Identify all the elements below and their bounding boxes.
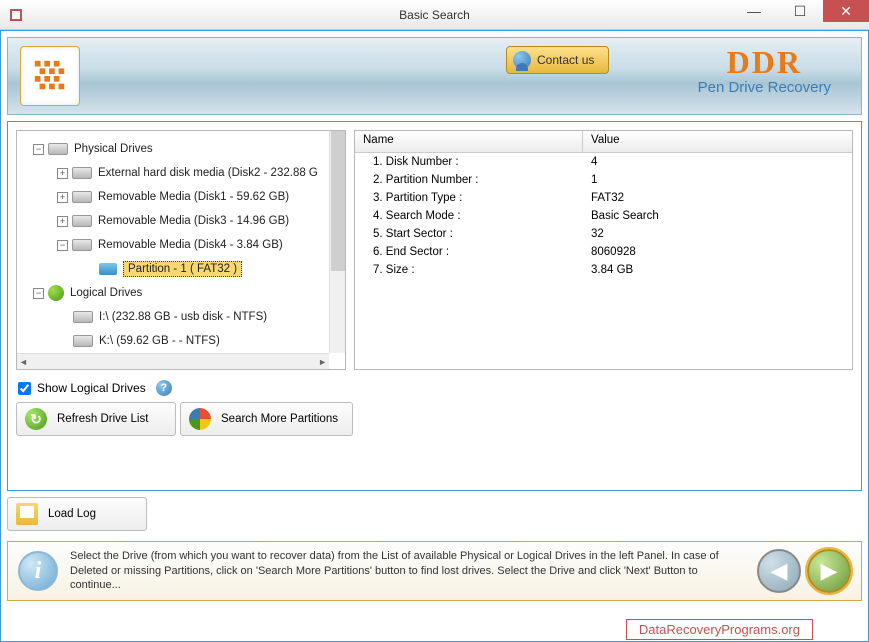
drive-icon bbox=[72, 167, 92, 179]
brand: DDR Pen Drive Recovery bbox=[698, 44, 831, 96]
expander-icon[interactable]: + bbox=[57, 168, 68, 179]
drive-icon bbox=[73, 335, 93, 347]
tree-row[interactable]: + Removable Media (Disk1 - 59.62 GB) bbox=[21, 185, 341, 209]
col-name-header[interactable]: Name bbox=[355, 131, 583, 152]
tree-row[interactable]: + External hard disk media (Disk2 - 232.8… bbox=[21, 161, 341, 185]
help-icon[interactable]: ? bbox=[156, 380, 172, 396]
tree-row[interactable]: − Physical Drives bbox=[21, 137, 341, 161]
tree-label: I:\ (232.88 GB - usb disk - NTFS) bbox=[99, 311, 267, 323]
property-row: 1. Disk Number :4 bbox=[355, 153, 852, 171]
tree-label: Removable Media (Disk1 - 59.62 GB) bbox=[98, 191, 289, 203]
document-icon bbox=[16, 503, 38, 525]
drive-icon bbox=[72, 239, 92, 251]
tree-row[interactable]: Partition - 1 ( FAT32 ) bbox=[21, 257, 341, 281]
property-row: 4. Search Mode :Basic Search bbox=[355, 207, 852, 225]
prop-name: 1. Disk Number : bbox=[355, 156, 583, 168]
prev-button[interactable]: ◀ bbox=[757, 549, 801, 593]
contact-us-button[interactable]: Contact us bbox=[506, 46, 609, 74]
refresh-drive-list-button[interactable]: Refresh Drive List bbox=[16, 402, 176, 436]
prop-name: 5. Start Sector : bbox=[355, 228, 583, 240]
search-more-partitions-button[interactable]: Search More Partitions bbox=[180, 402, 353, 436]
property-row: 7. Size :3.84 GB bbox=[355, 261, 852, 279]
prop-name: 2. Partition Number : bbox=[355, 174, 583, 186]
close-button[interactable]: ✕ bbox=[823, 0, 869, 22]
refresh-icon bbox=[25, 408, 47, 430]
show-logical-input[interactable] bbox=[18, 382, 31, 395]
expander-icon[interactable]: − bbox=[57, 240, 68, 251]
property-row: 6. End Sector :8060928 bbox=[355, 243, 852, 261]
hint-bar: i Select the Drive (from which you want … bbox=[7, 541, 862, 601]
tree-label: External hard disk media (Disk2 - 232.88… bbox=[98, 167, 318, 179]
tree-row[interactable]: + Removable Media (Disk3 - 14.96 GB) bbox=[21, 209, 341, 233]
drive-icon bbox=[48, 143, 68, 155]
tree-row[interactable]: K:\ (59.62 GB - - NTFS) bbox=[21, 329, 341, 353]
next-button[interactable]: ▶ bbox=[807, 549, 851, 593]
drive-icon bbox=[72, 191, 92, 203]
prop-value: 1 bbox=[583, 174, 852, 186]
tree-row[interactable]: I:\ (232.88 GB - usb disk - NTFS) bbox=[21, 305, 341, 329]
footer-link[interactable]: DataRecoveryPrograms.org bbox=[626, 619, 813, 640]
arrow-right-icon: ▶ bbox=[821, 558, 838, 584]
prop-value: Basic Search bbox=[583, 210, 852, 222]
property-panel: Name Value 1. Disk Number :42. Partition… bbox=[354, 130, 853, 370]
expander-icon[interactable]: − bbox=[33, 144, 44, 155]
tree-hscrollbar[interactable]: ◄► bbox=[17, 353, 329, 369]
brand-subtitle: Pen Drive Recovery bbox=[698, 79, 831, 96]
drive-icon bbox=[73, 311, 93, 323]
arrow-left-icon: ◀ bbox=[771, 558, 788, 584]
app-icon bbox=[8, 7, 24, 23]
titlebar: Basic Search — ☐ ✕ bbox=[0, 0, 869, 30]
show-logical-label: Show Logical Drives bbox=[37, 381, 146, 395]
window-title: Basic Search bbox=[399, 8, 470, 22]
expander-icon[interactable]: − bbox=[33, 288, 44, 299]
property-row: 5. Start Sector :32 bbox=[355, 225, 852, 243]
tree-label: Physical Drives bbox=[74, 143, 153, 155]
main-frame: − Physical Drives + External hard disk medi… bbox=[7, 121, 862, 491]
logical-drives-icon bbox=[48, 285, 64, 301]
contact-label: Contact us bbox=[537, 53, 594, 67]
prop-name: 4. Search Mode : bbox=[355, 210, 583, 222]
minimize-button[interactable]: — bbox=[731, 0, 777, 22]
search-more-label: Search More Partitions bbox=[221, 413, 338, 425]
prop-value: 8060928 bbox=[583, 246, 852, 258]
info-icon: i bbox=[18, 551, 58, 591]
drive-icon bbox=[72, 215, 92, 227]
tree-vscrollbar[interactable] bbox=[329, 131, 345, 353]
app-logo bbox=[20, 46, 80, 106]
prop-value: 3.84 GB bbox=[583, 264, 852, 276]
prop-name: 3. Partition Type : bbox=[355, 192, 583, 204]
expander-icon[interactable]: + bbox=[57, 192, 68, 203]
col-value-header[interactable]: Value bbox=[583, 131, 852, 152]
tree-row[interactable]: − Removable Media (Disk4 - 3.84 GB) bbox=[21, 233, 341, 257]
tree-label: Removable Media (Disk3 - 14.96 GB) bbox=[98, 215, 289, 227]
property-row: 3. Partition Type :FAT32 bbox=[355, 189, 852, 207]
tree-label: Logical Drives bbox=[70, 287, 142, 299]
brand-ddr: DDR bbox=[698, 44, 831, 81]
hint-text: Select the Drive (from which you want to… bbox=[70, 549, 745, 594]
expander-icon[interactable]: + bbox=[57, 216, 68, 227]
property-header: Name Value bbox=[355, 131, 852, 153]
maximize-button[interactable]: ☐ bbox=[777, 0, 823, 22]
header-banner: Contact us DDR Pen Drive Recovery bbox=[7, 37, 862, 115]
prop-name: 6. End Sector : bbox=[355, 246, 583, 258]
load-log-label: Load Log bbox=[48, 508, 96, 520]
partition-icon bbox=[99, 263, 117, 275]
pie-icon bbox=[189, 408, 211, 430]
tree-label: Removable Media (Disk4 - 3.84 GB) bbox=[98, 239, 283, 251]
prop-value: 32 bbox=[583, 228, 852, 240]
tree-label: Partition - 1 ( FAT32 ) bbox=[123, 261, 242, 277]
person-icon bbox=[513, 51, 531, 69]
load-log-button[interactable]: Load Log bbox=[7, 497, 147, 531]
prop-value: FAT32 bbox=[583, 192, 852, 204]
prop-name: 7. Size : bbox=[355, 264, 583, 276]
property-row: 2. Partition Number :1 bbox=[355, 171, 852, 189]
refresh-label: Refresh Drive List bbox=[57, 413, 148, 425]
drive-tree-panel: − Physical Drives + External hard disk medi… bbox=[16, 130, 346, 370]
tree-label: K:\ (59.62 GB - - NTFS) bbox=[99, 335, 220, 347]
prop-value: 4 bbox=[583, 156, 852, 168]
show-logical-checkbox[interactable]: Show Logical Drives bbox=[18, 381, 146, 395]
tree-row[interactable]: − Logical Drives bbox=[21, 281, 341, 305]
